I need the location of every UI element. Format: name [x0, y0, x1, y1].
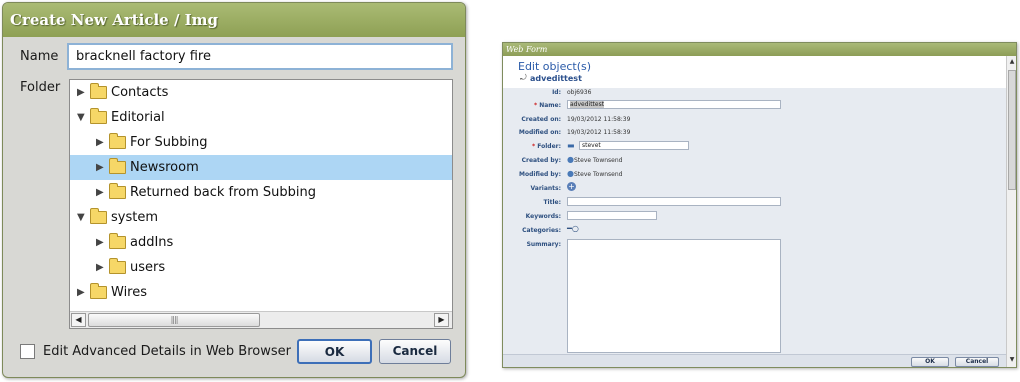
scroll-left-icon[interactable]: ◀ [71, 313, 86, 327]
keywords-label: Keywords: [525, 213, 561, 220]
scrollbar-thumb[interactable] [1008, 70, 1016, 190]
form-header: Edit object(s) ⤾ advedittest [503, 56, 1006, 88]
modified-by-label: Modified by: [519, 171, 561, 178]
created-by-label: Created by: [521, 157, 561, 164]
folder-icon [109, 233, 126, 249]
summary-label: Summary: [526, 241, 561, 248]
form-subtitle: advedittest [530, 74, 582, 83]
ok-button[interactable]: OK [297, 339, 372, 364]
variants-label: Variants: [530, 185, 561, 192]
folder-icon [109, 158, 126, 174]
tree-item-label: Newsroom [130, 160, 199, 175]
tree-item-label: Wires [111, 285, 148, 300]
form-footer: OK Cancel [503, 354, 1006, 367]
folder-icon [90, 83, 107, 99]
categories-picker-icon[interactable]: ━○ [567, 224, 579, 233]
tree-item-returned-back-from-subbing[interactable]: ▶ Returned back from Subbing [70, 180, 452, 205]
folder-icon: ▬ [567, 141, 575, 150]
tree-item-wires[interactable]: ▶ Wires [70, 280, 452, 305]
tree-item-label: system [111, 210, 158, 225]
folder-icon [109, 258, 126, 274]
cancel-button[interactable]: Cancel [955, 357, 999, 367]
folder-field[interactable]: stevet [579, 141, 689, 150]
ok-button[interactable]: OK [911, 357, 949, 367]
tree-item-for-subbing[interactable]: ▶ For Subbing [70, 130, 452, 155]
collapse-arrow-icon[interactable]: ▼ [77, 105, 85, 130]
name-input[interactable] [67, 43, 453, 70]
dialog-title: Create New Article / Img [3, 3, 465, 37]
user-icon: ● [567, 169, 574, 178]
expand-arrow-icon[interactable]: ▶ [96, 155, 104, 180]
horizontal-scrollbar[interactable]: ◀ |||| ▶ [70, 311, 452, 328]
advanced-details-label: Edit Advanced Details in Web Browser [43, 344, 291, 359]
tree-item-label: Returned back from Subbing [130, 185, 317, 200]
title-label: Title: [543, 199, 561, 206]
created-by-value: Steve Townsend [574, 157, 623, 164]
name-field[interactable]: advedittest [567, 100, 781, 109]
tree-item-users[interactable]: ▶ users [70, 255, 452, 280]
summary-textarea[interactable] [567, 239, 781, 353]
folder-tree[interactable]: ▶ Contacts ▼ Editorial ▶ For Subbing ▶ N… [69, 79, 453, 329]
folder-icon [109, 133, 126, 149]
folder-label: Folder [20, 80, 61, 95]
id-label: Id: [552, 89, 561, 96]
tree-item-label: users [130, 260, 166, 275]
form-title: Edit object(s) [518, 60, 592, 73]
scroll-up-icon[interactable]: ▲ [1008, 58, 1016, 66]
expand-arrow-icon[interactable]: ▶ [96, 255, 104, 280]
create-article-dialog: Create New Article / Img Name Folder ▶ C… [2, 2, 466, 378]
tree-item-label: Editorial [111, 110, 165, 125]
tree-item-label: For Subbing [130, 135, 208, 150]
tree-item-label: Contacts [111, 85, 169, 100]
modified-by-value: Steve Townsend [574, 171, 623, 178]
add-variant-icon[interactable]: + [567, 182, 576, 191]
scroll-right-icon[interactable]: ▶ [434, 313, 449, 327]
keywords-field[interactable] [567, 211, 657, 220]
tree-item-newsroom[interactable]: ▶ Newsroom [70, 155, 452, 180]
advanced-details-checkbox[interactable] [20, 344, 35, 359]
folder-icon [109, 183, 126, 199]
created-on-label: Created on: [521, 116, 561, 123]
scroll-down-icon[interactable]: ▼ [1008, 356, 1016, 364]
expand-arrow-icon[interactable]: ▶ [77, 80, 85, 105]
vertical-scrollbar[interactable]: ▲ ▼ [1006, 56, 1016, 367]
cancel-button[interactable]: Cancel [379, 339, 451, 364]
open-folder-icon [90, 208, 107, 224]
link-icon: ⤾ [520, 73, 527, 82]
expand-arrow-icon[interactable]: ▶ [96, 180, 104, 205]
modified-on-value: 19/03/2012 11:58:39 [567, 129, 631, 136]
created-on-value: 19/03/2012 11:58:39 [567, 116, 631, 123]
web-form-window: Web Form Edit object(s) ⤾ advedittest Id… [502, 42, 1017, 368]
title-field[interactable] [567, 197, 781, 206]
modified-on-label: Modified on: [518, 129, 561, 136]
open-folder-icon [90, 108, 107, 124]
folder-icon [90, 283, 107, 299]
expand-arrow-icon[interactable]: ▶ [96, 230, 104, 255]
expand-arrow-icon[interactable]: ▶ [77, 280, 85, 305]
tree-item-label: addIns [130, 235, 174, 250]
window-title: Web Form [503, 43, 1016, 56]
name-label: * Name: [533, 102, 561, 109]
name-label: Name [20, 49, 59, 64]
collapse-arrow-icon[interactable]: ▼ [77, 205, 85, 230]
scrollbar-thumb[interactable]: |||| [88, 313, 260, 327]
expand-arrow-icon[interactable]: ▶ [96, 130, 104, 155]
user-icon: ● [567, 155, 574, 164]
tree-item-contacts[interactable]: ▶ Contacts [70, 80, 452, 105]
categories-label: Categories: [522, 227, 561, 234]
folder-label: * Folder: [532, 143, 561, 150]
tree-item-system[interactable]: ▼ system [70, 205, 452, 230]
tree-item-editorial[interactable]: ▼ Editorial [70, 105, 452, 130]
id-value: obj6936 [567, 89, 592, 96]
tree-item-addins[interactable]: ▶ addIns [70, 230, 452, 255]
